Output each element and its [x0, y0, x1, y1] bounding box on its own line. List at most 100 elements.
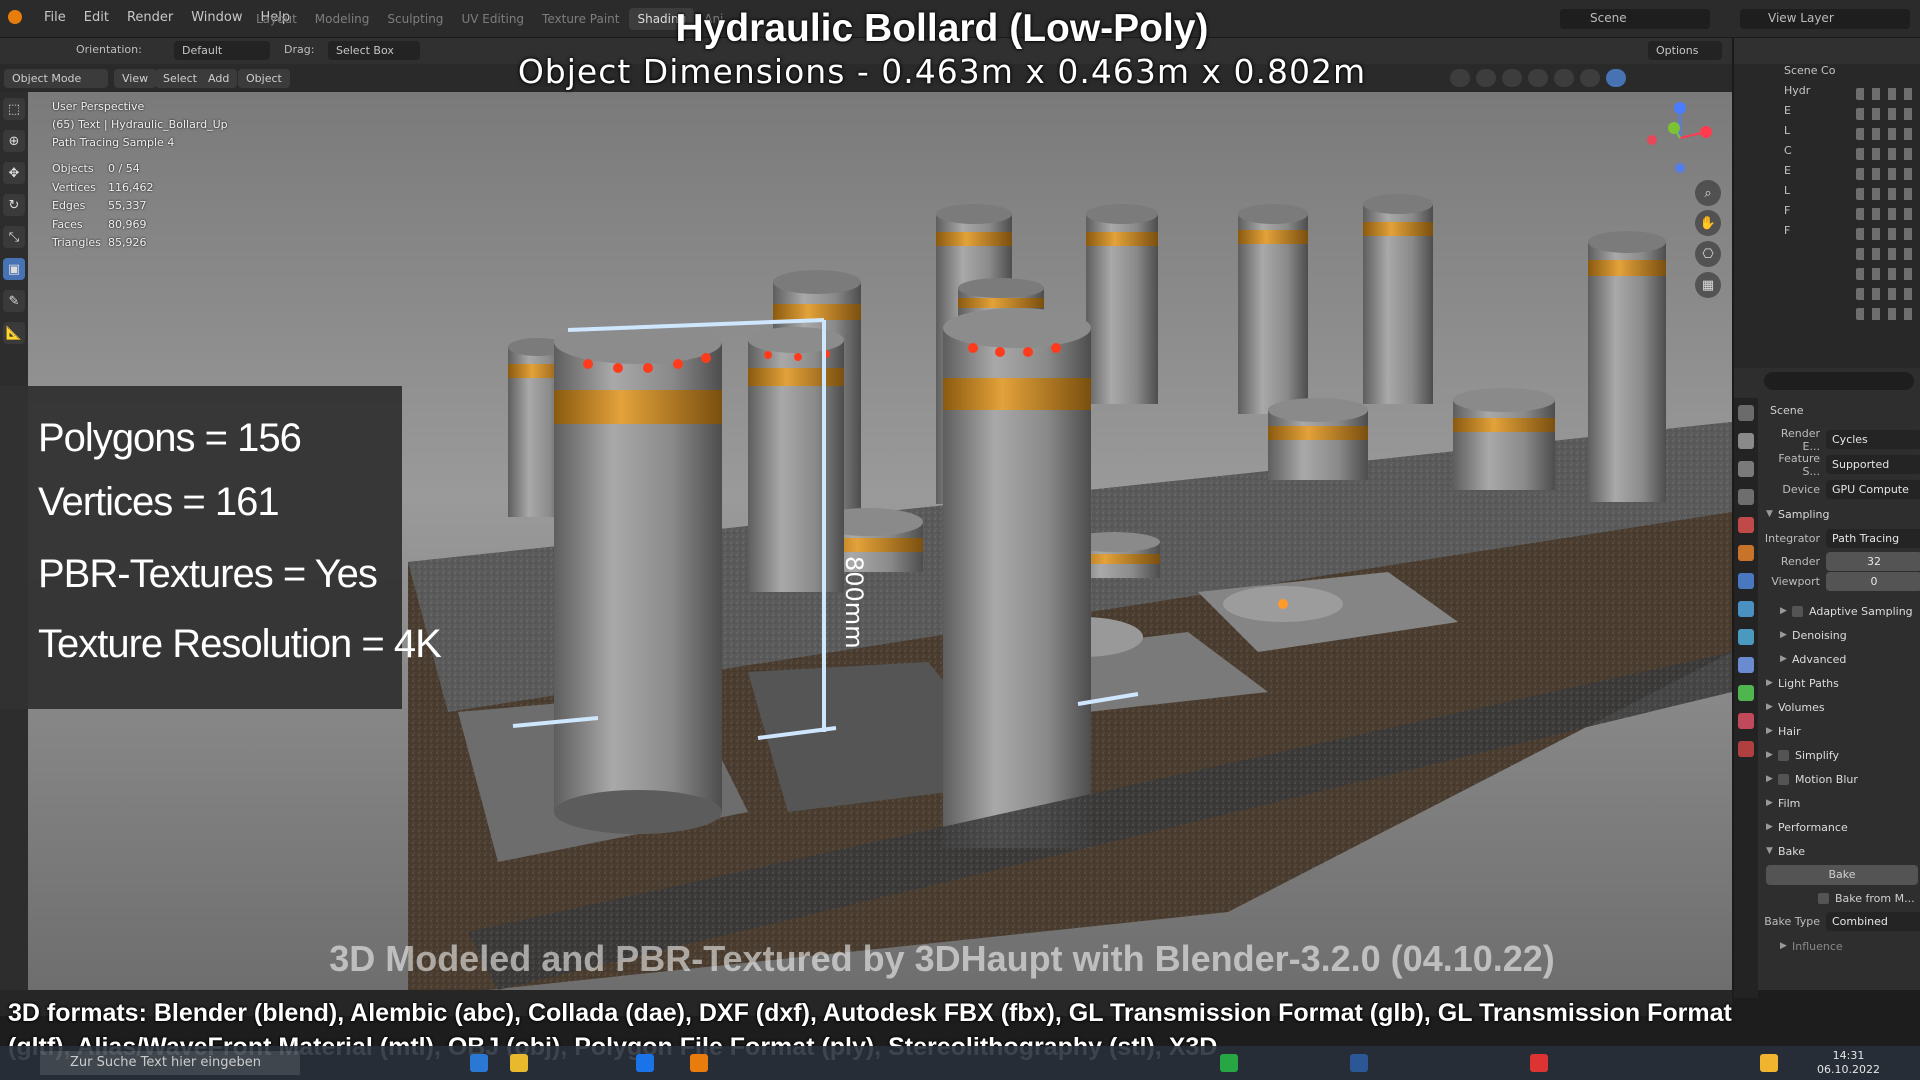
- x-axis-icon[interactable]: [1700, 126, 1712, 138]
- motion-blur-section[interactable]: ▶ Motion Blur: [1762, 767, 1920, 791]
- transform-tool-icon[interactable]: ▣: [3, 258, 25, 280]
- visibility-icons[interactable]: [1856, 188, 1916, 200]
- visibility-icons[interactable]: [1856, 268, 1916, 280]
- zoom-icon[interactable]: ⌕: [1695, 180, 1721, 206]
- stat-row: Triangles 85,926: [52, 236, 147, 249]
- y-axis-icon[interactable]: [1668, 122, 1680, 134]
- visibility-icons[interactable]: [1856, 288, 1916, 300]
- select-tool-icon[interactable]: ⬚: [3, 98, 25, 120]
- film-section[interactable]: ▶ Film: [1762, 791, 1920, 815]
- integrator-dropdown[interactable]: Path Tracing: [1826, 529, 1920, 548]
- camera-view-icon[interactable]: ⎔: [1695, 241, 1721, 267]
- output-tab-icon[interactable]: [1738, 461, 1754, 477]
- visibility-icons[interactable]: [1856, 128, 1916, 140]
- outliner-row[interactable]: [1734, 264, 1920, 284]
- neg-z-axis-icon[interactable]: [1675, 163, 1685, 173]
- render-properties: Scene Render E... Cycles Feature S... Su…: [1762, 398, 1920, 958]
- edge-app-icon[interactable]: [470, 1054, 488, 1072]
- simplify-checkbox[interactable]: [1778, 749, 1789, 761]
- ortho-grid-icon[interactable]: ▦: [1695, 272, 1721, 298]
- denoising-section[interactable]: ▶ Denoising: [1762, 623, 1920, 647]
- render-tab-icon[interactable]: [1738, 433, 1754, 449]
- navigation-gizmo[interactable]: [1640, 98, 1720, 178]
- outliner-row[interactable]: E: [1734, 164, 1920, 184]
- app-icon[interactable]: [1760, 1054, 1778, 1072]
- render-engine-dropdown[interactable]: Cycles: [1826, 430, 1920, 449]
- outliner-row[interactable]: [1734, 284, 1920, 304]
- bake-from-checkbox[interactable]: [1818, 892, 1829, 904]
- outliner-row[interactable]: L: [1734, 184, 1920, 204]
- measure-tool-icon[interactable]: 📐: [3, 322, 25, 344]
- bake-type-dropdown[interactable]: Combined: [1826, 912, 1920, 931]
- excel-app-icon[interactable]: [1220, 1054, 1238, 1072]
- scene-header: Scene: [1770, 404, 1804, 417]
- active-object-label: (65) Text | Hydraulic_Bollard_Up: [52, 118, 228, 131]
- annotate-tool-icon[interactable]: ✎: [3, 290, 25, 312]
- adaptive-sampling-checkbox[interactable]: [1792, 605, 1803, 617]
- model-stats-panel: Polygons = 156 Vertices = 161 PBR-Textur…: [0, 386, 442, 709]
- texture-tab-icon[interactable]: [1738, 741, 1754, 757]
- view-layer-tab-icon[interactable]: [1738, 489, 1754, 505]
- simplify-section[interactable]: ▶ Simplify: [1762, 743, 1920, 767]
- move-tool-icon[interactable]: ✥: [3, 162, 25, 184]
- visibility-icons[interactable]: [1856, 168, 1916, 180]
- influence-section[interactable]: ▶ Influence: [1762, 934, 1920, 958]
- pan-hand-icon[interactable]: ✋: [1695, 210, 1721, 236]
- advanced-section[interactable]: ▶ Advanced: [1762, 647, 1920, 671]
- device-dropdown[interactable]: GPU Compute: [1826, 480, 1920, 499]
- outliner-row[interactable]: [1734, 244, 1920, 264]
- outliner-row[interactable]: C: [1734, 144, 1920, 164]
- blender-app-icon[interactable]: [690, 1054, 708, 1072]
- bake-section[interactable]: ▼ Bake: [1762, 839, 1920, 863]
- scene-tab-icon[interactable]: [1738, 517, 1754, 533]
- modifier-tab-icon[interactable]: [1738, 573, 1754, 589]
- visibility-icons[interactable]: [1856, 108, 1916, 120]
- outliner-row[interactable]: F: [1734, 204, 1920, 224]
- rotate-tool-icon[interactable]: ↻: [3, 194, 25, 216]
- tool-tab-icon[interactable]: [1738, 405, 1754, 421]
- viewport-samples-field[interactable]: 0: [1826, 571, 1920, 591]
- outliner-row[interactable]: [1734, 304, 1920, 324]
- visibility-icons[interactable]: [1856, 248, 1916, 260]
- world-tab-icon[interactable]: [1738, 545, 1754, 561]
- vertices-stat: Vertices = 161: [38, 480, 280, 524]
- sampling-section[interactable]: ▼ Sampling: [1762, 502, 1920, 526]
- outliner-row[interactable]: E: [1734, 104, 1920, 124]
- feature-set-dropdown[interactable]: Supported: [1826, 455, 1920, 474]
- hair-section[interactable]: ▶ Hair: [1762, 719, 1920, 743]
- word-app-icon[interactable]: [1350, 1054, 1368, 1072]
- adaptive-sampling-section[interactable]: ▶ Adaptive Sampling: [1762, 599, 1920, 623]
- outliner-header: [1734, 38, 1920, 64]
- neg-x-axis-icon[interactable]: [1647, 135, 1657, 145]
- render-status-label: Path Tracing Sample 4: [52, 136, 175, 149]
- volumes-section[interactable]: ▶ Volumes: [1762, 695, 1920, 719]
- taskbar-clock[interactable]: 14:31 06.10.2022: [1817, 1049, 1880, 1077]
- cursor-tool-icon[interactable]: ⊕: [3, 130, 25, 152]
- taskbar-search[interactable]: Zur Suche Text hier eingeben: [40, 1051, 300, 1075]
- render-samples-field[interactable]: 32: [1826, 551, 1920, 571]
- outliner-row[interactable]: Scene Co: [1734, 64, 1920, 84]
- visibility-icons[interactable]: [1856, 208, 1916, 220]
- motion-blur-checkbox[interactable]: [1778, 773, 1789, 785]
- visibility-icons[interactable]: [1856, 148, 1916, 160]
- visibility-icons[interactable]: [1856, 308, 1916, 320]
- outliner-row[interactable]: L: [1734, 124, 1920, 144]
- visibility-icons[interactable]: [1856, 88, 1916, 100]
- opera-app-icon[interactable]: [1530, 1054, 1548, 1072]
- outliner-row[interactable]: F: [1734, 224, 1920, 244]
- light-paths-section[interactable]: ▶ Light Paths: [1762, 671, 1920, 695]
- particles-tab-icon[interactable]: [1738, 601, 1754, 617]
- z-axis-icon[interactable]: [1674, 102, 1686, 114]
- data-tab-icon[interactable]: [1738, 685, 1754, 701]
- properties-search[interactable]: [1764, 372, 1914, 390]
- bake-button[interactable]: Bake: [1766, 865, 1918, 885]
- material-tab-icon[interactable]: [1738, 713, 1754, 729]
- physics-tab-icon[interactable]: [1738, 629, 1754, 645]
- outliner-row[interactable]: Hydr: [1734, 84, 1920, 104]
- performance-section[interactable]: ▶ Performance: [1762, 815, 1920, 839]
- constraints-tab-icon[interactable]: [1738, 657, 1754, 673]
- scale-tool-icon[interactable]: ⤡: [3, 226, 25, 248]
- visibility-icons[interactable]: [1856, 228, 1916, 240]
- explorer-app-icon[interactable]: [510, 1054, 528, 1072]
- app-icon[interactable]: [636, 1054, 654, 1072]
